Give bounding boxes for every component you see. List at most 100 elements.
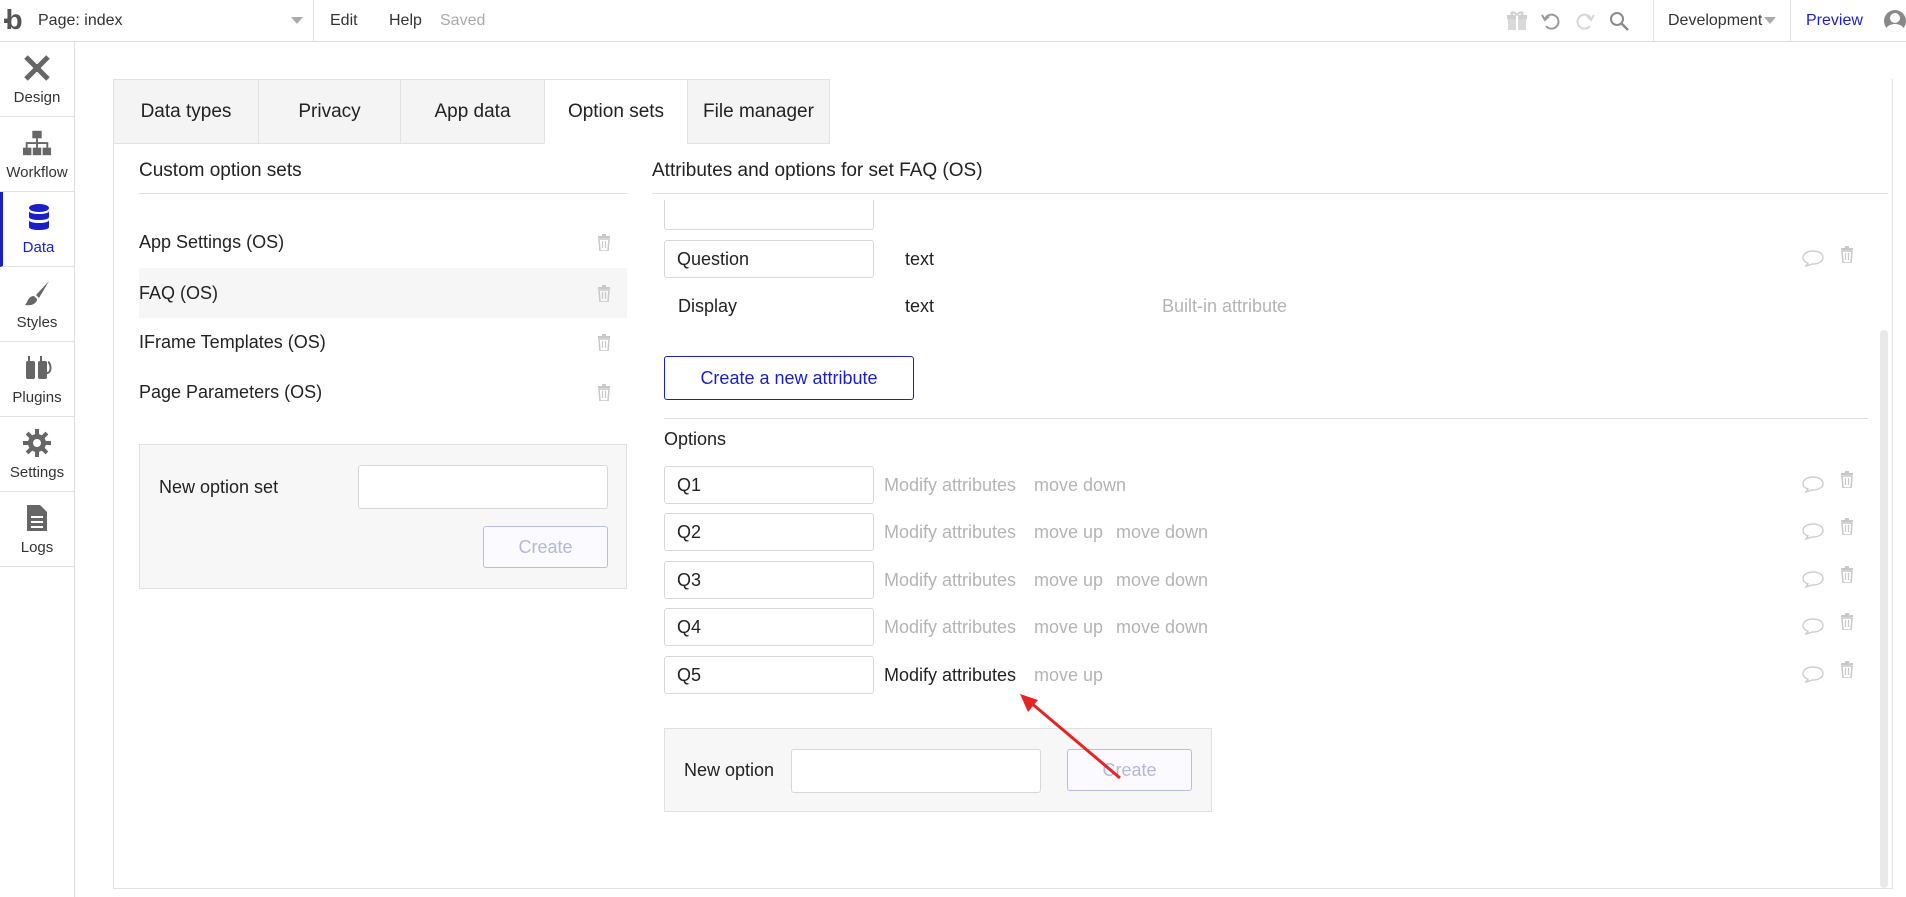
modify-attributes-link[interactable]: Modify attributes	[884, 617, 1016, 638]
sidebar-item-label: Data	[22, 238, 55, 256]
page-selector-label: Page: index	[38, 12, 123, 29]
preview-link[interactable]: Preview	[1806, 0, 1863, 42]
option-set-row[interactable]: IFrame Templates (OS)	[139, 317, 627, 367]
environment-label: Development	[1668, 12, 1763, 29]
comment-icon[interactable]	[1802, 475, 1824, 493]
create-option-set-button[interactable]: Create	[483, 526, 608, 568]
attribute-name: Display	[678, 296, 738, 316]
sidebar-item-label: Settings	[9, 463, 65, 481]
save-status: Saved	[440, 12, 486, 29]
built-in-attribute-note: Built-in attribute	[1162, 296, 1288, 316]
design-icon	[22, 53, 52, 83]
edit-menu[interactable]: Edit	[330, 0, 358, 42]
modify-attributes-link-hover[interactable]: Modify attributes	[884, 665, 1016, 686]
redo-icon[interactable]	[1568, 0, 1602, 42]
trash-icon[interactable]	[1840, 246, 1854, 263]
bubble-logo-icon[interactable]: b	[0, 0, 28, 36]
option-name-input[interactable]: Q1	[664, 466, 874, 504]
move-up-link[interactable]: move up	[1034, 522, 1103, 543]
option-name-input[interactable]: Q2	[664, 513, 874, 551]
sidebar-item-label: Logs	[20, 538, 54, 556]
trash-icon[interactable]	[597, 234, 611, 251]
option-set-name: IFrame Templates (OS)	[139, 331, 326, 352]
move-down-link[interactable]: move down	[1116, 617, 1208, 638]
move-down-link[interactable]: move down	[1116, 570, 1208, 591]
sidebar-item-label: Workflow	[6, 163, 68, 181]
help-menu[interactable]: Help	[389, 0, 422, 42]
chevron-down-icon	[291, 17, 303, 24]
attribute-name-input[interactable]	[664, 200, 874, 230]
sidebar-item-workflow[interactable]: Workflow	[0, 117, 74, 192]
trash-icon[interactable]	[597, 285, 611, 302]
option-name-input[interactable]: Q4	[664, 608, 874, 646]
trash-icon[interactable]	[1840, 471, 1854, 488]
create-attribute-button[interactable]: Create a new attribute	[664, 356, 914, 400]
tab-privacy[interactable]: Privacy	[258, 79, 400, 144]
new-option-set-input[interactable]	[358, 465, 608, 509]
trash-icon[interactable]	[1840, 566, 1854, 583]
attribute-type: text	[905, 249, 935, 269]
tab-option-sets[interactable]: Option sets	[544, 79, 687, 144]
comment-icon[interactable]	[1802, 665, 1824, 683]
modify-attributes-link[interactable]: Modify attributes	[884, 522, 1016, 543]
option-set-name: App Settings (OS)	[139, 231, 285, 252]
environment-selector[interactable]: Development	[1668, 0, 1780, 42]
move-down-link[interactable]: move down	[1116, 522, 1208, 543]
trash-icon[interactable]	[1840, 518, 1854, 535]
options-title: Options	[664, 429, 727, 449]
move-up-link[interactable]: move up	[1034, 617, 1103, 638]
scrollbar[interactable]	[1880, 330, 1888, 888]
sidebar: Design Workflow Data Styles Plugins Sett…	[0, 42, 75, 897]
trash-icon[interactable]	[597, 384, 611, 401]
new-option-input[interactable]	[791, 749, 1041, 793]
move-up-link[interactable]: move up	[1034, 665, 1103, 686]
new-option-set-panel: New option set Create	[139, 444, 627, 589]
sidebar-item-settings[interactable]: Settings	[0, 417, 74, 492]
sidebar-item-plugins[interactable]: Plugins	[0, 342, 74, 417]
sidebar-item-logs[interactable]: Logs	[0, 492, 74, 567]
tab-app-data[interactable]: App data	[400, 79, 544, 144]
brush-icon	[22, 278, 52, 308]
modify-attributes-link[interactable]: Modify attributes	[884, 570, 1016, 591]
plug-icon	[22, 353, 52, 383]
option-name-input[interactable]: Q5	[664, 656, 874, 694]
new-option-label: New option	[684, 760, 775, 780]
sidebar-item-label: Design	[13, 88, 61, 106]
comment-icon[interactable]	[1802, 522, 1824, 540]
new-option-set-label: New option set	[159, 477, 279, 497]
sidebar-item-data[interactable]: Data	[0, 192, 74, 267]
attribute-type: text	[905, 296, 935, 316]
gift-icon[interactable]	[1500, 0, 1534, 42]
workflow-icon	[22, 128, 52, 158]
sidebar-item-label: Styles	[16, 313, 58, 331]
search-icon[interactable]	[1602, 0, 1636, 42]
comment-icon[interactable]	[1802, 617, 1824, 635]
top-bar: b Page: index Edit Help Saved Developmen…	[0, 0, 1906, 42]
undo-icon[interactable]	[1534, 0, 1568, 42]
option-set-name: FAQ (OS)	[139, 282, 219, 303]
sidebar-item-styles[interactable]: Styles	[0, 267, 74, 342]
user-avatar-icon[interactable]	[1884, 10, 1906, 32]
gear-icon	[22, 428, 52, 458]
trash-icon[interactable]	[1840, 661, 1854, 678]
tab-data-types[interactable]: Data types	[113, 79, 258, 144]
attribute-name-input[interactable]: Question	[664, 240, 874, 278]
tab-file-manager[interactable]: File manager	[687, 79, 830, 144]
sidebar-item-design[interactable]: Design	[0, 42, 74, 117]
option-set-row[interactable]: App Settings (OS)	[139, 217, 627, 267]
trash-icon[interactable]	[597, 334, 611, 351]
comment-icon[interactable]	[1802, 570, 1824, 588]
sidebar-item-label: Plugins	[12, 388, 62, 406]
modify-attributes-link[interactable]: Modify attributes	[884, 475, 1016, 496]
annotation-arrow-icon	[1020, 694, 1121, 780]
database-icon	[24, 203, 54, 233]
comment-icon[interactable]	[1802, 249, 1824, 267]
option-set-row-selected[interactable]: FAQ (OS)	[139, 268, 627, 318]
option-name-input[interactable]: Q3	[664, 561, 874, 599]
trash-icon[interactable]	[1840, 613, 1854, 630]
move-up-link[interactable]: move up	[1034, 570, 1103, 591]
move-down-link[interactable]: move down	[1034, 475, 1126, 496]
custom-option-sets-title: Custom option sets	[139, 160, 302, 181]
page-selector[interactable]: Page: index	[28, 0, 314, 42]
option-set-row[interactable]: Page Parameters (OS)	[139, 367, 627, 417]
